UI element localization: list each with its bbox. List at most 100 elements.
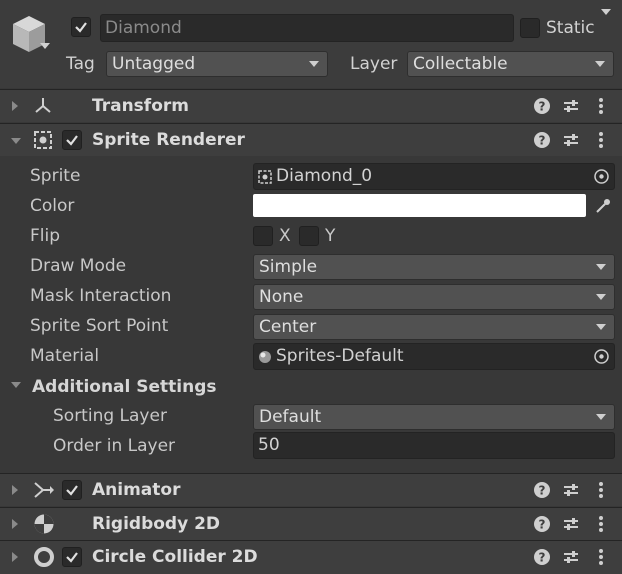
sprite-renderer-icon — [34, 131, 52, 149]
component-sprite-renderer[interactable]: Sprite Renderer ? — [0, 123, 622, 156]
order-in-layer-input[interactable]: 50 — [253, 432, 615, 459]
checkmark-icon — [66, 552, 78, 563]
svg-text:?: ? — [539, 134, 546, 148]
more-options-icon[interactable] — [592, 97, 610, 115]
material-label: Material — [30, 346, 100, 366]
help-icon[interactable]: ? — [533, 97, 551, 115]
material-sphere-icon — [259, 351, 271, 363]
rigidbody-icon — [34, 514, 54, 534]
checkmark-icon — [66, 485, 78, 496]
circle-collider-icon — [34, 547, 54, 567]
checkmark-icon — [66, 135, 78, 146]
static-dropdown-arrow-icon[interactable] — [601, 9, 611, 15]
chevron-down-icon — [596, 264, 606, 270]
flip-label: Flip — [30, 226, 61, 246]
foldout-arrow-icon[interactable] — [12, 552, 18, 562]
sprite-object-field[interactable]: Diamond_0 — [253, 163, 615, 190]
more-options-icon[interactable] — [592, 481, 610, 499]
sprite-sort-point-label: Sprite Sort Point — [30, 316, 169, 336]
sprite-label: Sprite — [30, 166, 81, 186]
gameobject-name-input[interactable]: Diamond — [100, 14, 514, 42]
component-enabled-checkbox[interactable] — [62, 547, 82, 567]
component-transform[interactable]: Transform ? — [0, 89, 622, 122]
chevron-down-icon — [596, 324, 606, 330]
flip-y-checkbox[interactable] — [299, 226, 319, 246]
material-value: Sprites-Default — [276, 346, 404, 366]
component-animator[interactable]: Animator ? — [0, 473, 622, 506]
presets-icon[interactable] — [562, 548, 580, 566]
tag-value: Untagged — [112, 54, 196, 74]
help-icon[interactable]: ? — [533, 548, 551, 566]
component-title: Transform — [92, 96, 189, 116]
color-label: Color — [30, 196, 75, 216]
svg-text:?: ? — [539, 551, 546, 565]
component-title: Rigidbody 2D — [92, 514, 221, 534]
presets-icon[interactable] — [562, 481, 580, 499]
object-picker-icon[interactable] — [593, 168, 610, 185]
more-options-icon[interactable] — [592, 131, 610, 149]
foldout-arrow-icon[interactable] — [12, 485, 18, 495]
sprite-sort-point-dropdown[interactable]: Center — [253, 314, 615, 340]
sprite-value: Diamond_0 — [276, 166, 373, 186]
chevron-down-icon — [595, 61, 605, 67]
active-checkbox[interactable] — [71, 17, 91, 37]
sprite-sort-point-value: Center — [259, 317, 317, 337]
component-title: Animator — [92, 480, 181, 500]
layer-label: Layer — [350, 54, 398, 74]
material-object-field[interactable]: Sprites-Default — [253, 343, 615, 370]
tag-dropdown[interactable]: Untagged — [106, 51, 328, 77]
chevron-down-icon — [309, 61, 319, 67]
presets-icon[interactable] — [562, 97, 580, 115]
gameobject-header: Diamond Static Tag Untagged Layer Collec… — [0, 0, 622, 88]
foldout-arrow-icon[interactable] — [12, 519, 18, 529]
checkmark-icon — [75, 22, 87, 33]
static-checkbox[interactable] — [520, 18, 540, 38]
draw-mode-label: Draw Mode — [30, 256, 127, 276]
sorting-layer-value: Default — [259, 407, 322, 427]
component-title: Sprite Renderer — [92, 130, 245, 150]
component-enabled-checkbox[interactable] — [62, 130, 82, 150]
tag-label: Tag — [66, 54, 95, 74]
help-icon[interactable]: ? — [533, 131, 551, 149]
object-picker-icon[interactable] — [593, 348, 610, 365]
foldout-arrow-icon[interactable] — [11, 138, 21, 144]
help-icon[interactable]: ? — [533, 481, 551, 499]
draw-mode-dropdown[interactable]: Simple — [253, 254, 615, 280]
flip-y-label: Y — [325, 226, 336, 246]
component-title: Circle Collider 2D — [92, 547, 258, 567]
component-rigidbody-2d[interactable]: Rigidbody 2D ? — [0, 507, 622, 540]
more-options-icon[interactable] — [592, 548, 610, 566]
sprite-icon — [258, 170, 272, 184]
foldout-arrow-icon[interactable] — [12, 101, 18, 111]
layer-dropdown[interactable]: Collectable — [407, 51, 614, 77]
animator-icon — [34, 482, 54, 498]
additional-settings-title[interactable]: Additional Settings — [32, 377, 217, 397]
draw-mode-value: Simple — [259, 257, 318, 277]
presets-icon[interactable] — [562, 131, 580, 149]
sorting-layer-dropdown[interactable]: Default — [253, 404, 615, 430]
svg-text:?: ? — [539, 484, 546, 498]
transform-icon — [35, 98, 51, 113]
help-icon[interactable]: ? — [533, 515, 551, 533]
color-field[interactable] — [253, 194, 586, 217]
mask-interaction-label: Mask Interaction — [30, 286, 172, 306]
mask-interaction-dropdown[interactable]: None — [253, 284, 615, 310]
flip-x-label: X — [279, 226, 291, 246]
eyedropper-icon[interactable] — [594, 197, 612, 215]
mask-interaction-value: None — [259, 287, 304, 307]
order-in-layer-label: Order in Layer — [53, 436, 176, 456]
presets-icon[interactable] — [562, 515, 580, 533]
svg-text:?: ? — [539, 100, 546, 114]
chevron-down-icon — [596, 414, 606, 420]
flip-x-checkbox[interactable] — [253, 226, 273, 246]
static-label: Static — [546, 18, 595, 38]
chevron-down-icon[interactable] — [40, 42, 50, 50]
svg-text:?: ? — [539, 518, 546, 532]
sorting-layer-label: Sorting Layer — [53, 406, 167, 426]
component-enabled-checkbox[interactable] — [62, 480, 82, 500]
layer-value: Collectable — [413, 54, 508, 74]
additional-settings-foldout-icon[interactable] — [11, 382, 21, 388]
component-circle-collider-2d[interactable]: Circle Collider 2D ? — [0, 540, 622, 574]
more-options-icon[interactable] — [592, 515, 610, 533]
chevron-down-icon — [596, 294, 606, 300]
